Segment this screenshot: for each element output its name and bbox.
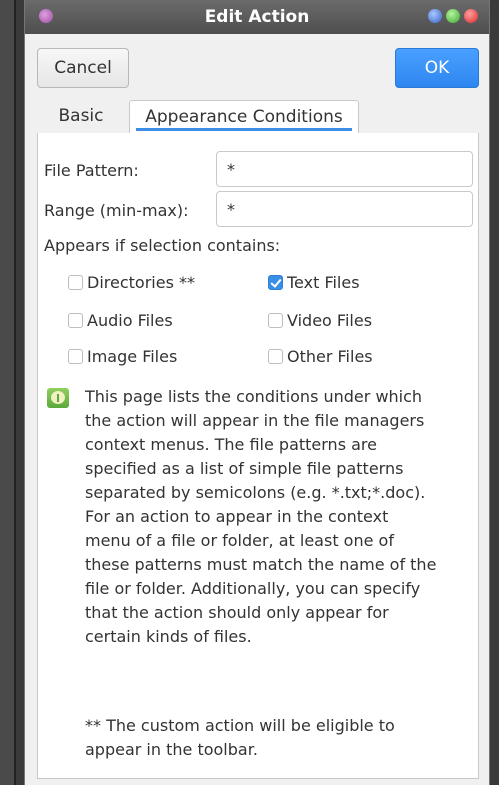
checkbox-box-checked[interactable]: [268, 275, 283, 290]
image-files-checkbox[interactable]: Image Files: [68, 347, 177, 366]
text-files-checkbox[interactable]: Text Files: [268, 273, 360, 292]
active-tab-indicator: [136, 128, 352, 131]
help-text-line: file or folder. Additionally, you can sp…: [85, 579, 421, 598]
checkbox-box[interactable]: [68, 275, 83, 290]
range-input[interactable]: [216, 191, 473, 227]
checkbox-label: Image Files: [87, 347, 178, 366]
maximize-button[interactable]: [446, 9, 460, 23]
help-text-line: menu of a file or folder, at least one o…: [85, 531, 394, 550]
help-text-line: these patterns must match the name of th…: [85, 555, 437, 574]
help-text-line: context menus. The file patterns are: [85, 435, 377, 454]
edit-action-dialog: Edit Action Cancel OK Basic Appearance C…: [24, 0, 490, 785]
close-button[interactable]: [464, 9, 478, 23]
note-line: appear in the toolbar.: [85, 740, 258, 759]
checkbox-label: Video Files: [287, 311, 373, 330]
range-label: Range (min-max):: [44, 201, 189, 220]
checkbox-label: Directories **: [87, 273, 195, 292]
other-files-checkbox[interactable]: Other Files: [268, 347, 373, 366]
help-text-line: separated by semicolons (e.g. *.txt;*.do…: [85, 483, 426, 502]
help-text-line: specified as a list of simple file patte…: [85, 459, 404, 478]
checkbox-box[interactable]: [268, 349, 283, 364]
tab-appearance-conditions[interactable]: Appearance Conditions: [129, 100, 359, 133]
help-text-line: the action will appear in the file manag…: [85, 411, 425, 430]
directories-checkbox[interactable]: Directories **: [68, 273, 195, 292]
tab-bar: Basic Appearance Conditions: [37, 100, 479, 134]
help-text-line: This page lists the conditions under whi…: [85, 387, 423, 406]
file-pattern-label: File Pattern:: [44, 161, 139, 180]
audio-files-checkbox[interactable]: Audio Files: [68, 311, 173, 330]
tab-appearance-conditions-label: Appearance Conditions: [145, 107, 343, 127]
info-icon: [47, 388, 69, 408]
help-text-line: that the action should only appear for: [85, 603, 389, 622]
ok-button[interactable]: OK: [395, 48, 479, 88]
title-bar[interactable]: Edit Action: [25, 0, 489, 34]
help-text-line: For an action to appear in the context: [85, 507, 389, 526]
toolbar-note: ** The custom action will be eligible to…: [85, 714, 475, 762]
help-text-line: certain kinds of files.: [85, 627, 252, 646]
checkbox-box[interactable]: [68, 349, 83, 364]
checkbox-label: Other Files: [287, 347, 373, 366]
minimize-button[interactable]: [428, 9, 442, 23]
appears-if-label: Appears if selection contains:: [44, 236, 281, 255]
cancel-button[interactable]: Cancel: [37, 48, 129, 88]
file-pattern-input[interactable]: [216, 151, 473, 187]
note-line: ** The custom action will be eligible to: [85, 716, 395, 735]
window-title: Edit Action: [204, 7, 310, 27]
checkbox-label: Audio Files: [87, 311, 173, 330]
checkbox-box[interactable]: [68, 313, 83, 328]
background-window-edge: [0, 0, 16, 785]
checkbox-box[interactable]: [268, 313, 283, 328]
tab-basic[interactable]: Basic: [37, 100, 125, 133]
video-files-checkbox[interactable]: Video Files: [268, 311, 372, 330]
help-text: This page lists the conditions under whi…: [85, 385, 475, 649]
checkbox-label: Text Files: [287, 273, 360, 292]
